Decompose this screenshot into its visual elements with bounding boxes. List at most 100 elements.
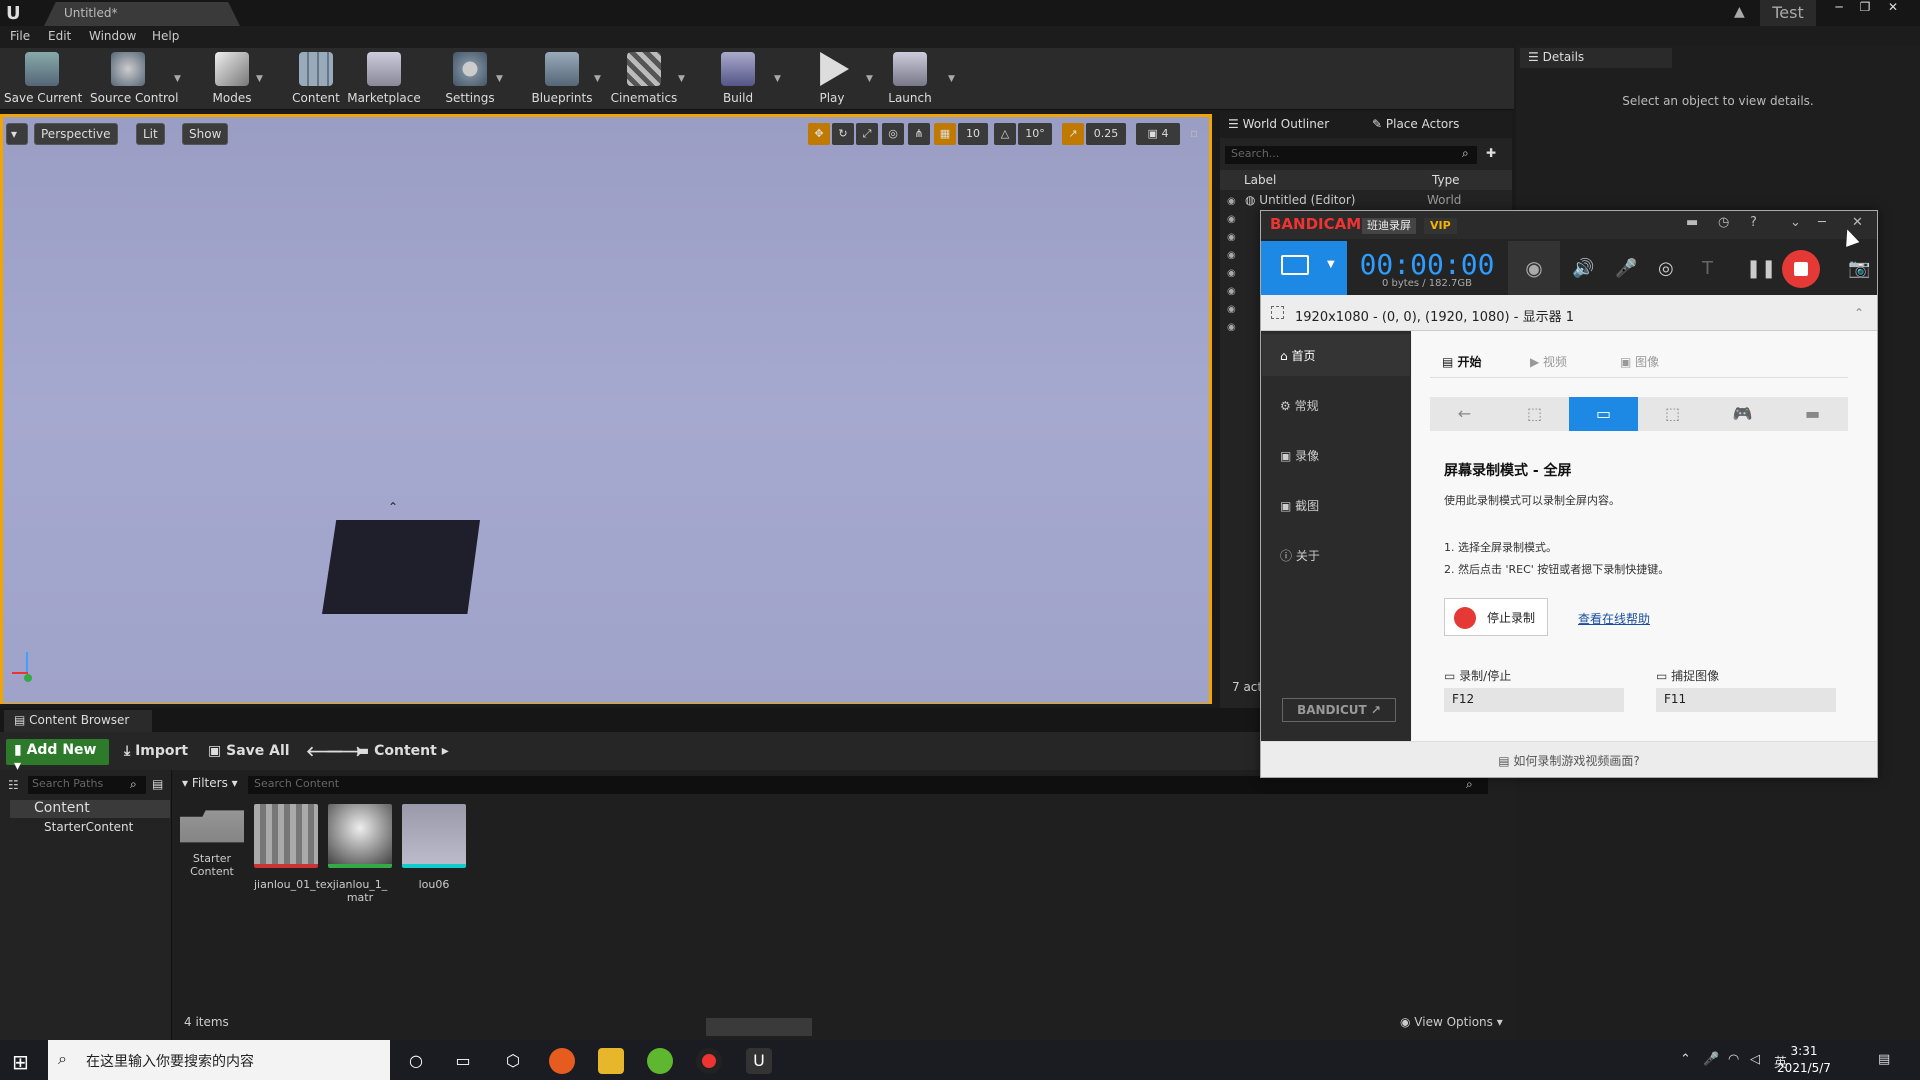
path-content[interactable]: ▬ Content ▸: [356, 743, 449, 759]
camera-speed-value[interactable]: ▣ 4: [1136, 123, 1180, 145]
tab-world-outliner[interactable]: ☰ World Outliner: [1228, 117, 1329, 131]
collapse-chevron-icon[interactable]: ⌃: [1854, 306, 1864, 320]
tray-expand-icon[interactable]: ⌃: [1680, 1052, 1691, 1067]
sidebar-item-home[interactable]: ⌂ 首页: [1280, 347, 1315, 364]
back-arrow-icon[interactable]: ←: [1430, 397, 1499, 431]
save-current-button[interactable]: Save Current: [4, 52, 82, 108]
import-button[interactable]: ⤓ Import: [124, 743, 188, 759]
task-view-icon[interactable]: ▭: [450, 1048, 476, 1074]
cortana-icon[interactable]: ○: [403, 1048, 429, 1074]
content-button[interactable]: Content: [278, 52, 354, 108]
launch-button[interactable]: Launch: [872, 52, 948, 108]
taskbar-clock[interactable]: 3:31 2021/5/7: [1768, 1043, 1840, 1077]
mouse-cursor-effect-icon[interactable]: ◎: [1658, 258, 1674, 279]
translate-tool-icon[interactable]: ✥: [808, 123, 830, 145]
minimize-icon[interactable]: ─: [1818, 215, 1826, 230]
asset-tile[interactable]: lou06: [402, 804, 466, 891]
scale-tool-icon[interactable]: ⤢: [856, 123, 878, 145]
asset-tile[interactable]: jianlou_01_tex: [254, 804, 333, 891]
capture-area-info[interactable]: 1920x1080 - (0, 0), (1920, 1080) - 显示器 1: [1261, 295, 1877, 331]
menu-window[interactable]: Window: [89, 29, 136, 43]
add-new-button[interactable]: ▮ Add New ▾: [6, 739, 109, 774]
asset-tile[interactable]: jianlou_1_ matr: [328, 804, 392, 904]
outliner-search-input[interactable]: Search...: [1225, 146, 1477, 164]
scale-snap-icon[interactable]: ↗: [1062, 123, 1084, 145]
fullscreen-mode-icon[interactable]: ▭: [1569, 397, 1638, 431]
visibility-eye-icon[interactable]: ◉: [1227, 232, 1239, 243]
screen-mode-button[interactable]: ▼: [1261, 241, 1347, 295]
search-paths-input[interactable]: Search Paths: [28, 776, 146, 794]
view-options-button[interactable]: ◉ View Options ▾: [1400, 1015, 1503, 1029]
source-control-button[interactable]: Source Control: [90, 52, 178, 108]
collapse-icon[interactable]: ⌄: [1790, 215, 1801, 230]
mode-dropdown-icon[interactable]: ▼: [1327, 259, 1335, 270]
show-button[interactable]: Show: [182, 123, 229, 145]
browser-icon[interactable]: [647, 1048, 673, 1074]
device-mode-icon[interactable]: ▬: [1778, 397, 1847, 431]
around-mouse-mode-icon[interactable]: ⬚: [1638, 397, 1707, 431]
speaker-icon[interactable]: 🔊: [1572, 258, 1594, 279]
rectangle-mode-icon[interactable]: ⬚: [1500, 397, 1569, 431]
add-actor-icon[interactable]: ✚: [1486, 146, 1496, 160]
plane-mesh[interactable]: [322, 520, 480, 614]
menu-file[interactable]: File: [10, 29, 30, 43]
visibility-eye-icon[interactable]: ◉: [1227, 196, 1239, 207]
grid-snap-value[interactable]: 10: [958, 123, 988, 145]
visibility-eye-icon[interactable]: ◉: [1227, 214, 1239, 225]
toggle-sources-icon[interactable]: ☷: [8, 778, 19, 792]
asset-tile[interactable]: Starter Content: [180, 804, 244, 878]
network-icon[interactable]: ◠: [1728, 1052, 1739, 1067]
search-content-input[interactable]: Search Content: [248, 776, 1488, 794]
light-actor-icon[interactable]: ⌃: [388, 500, 398, 514]
app-icon[interactable]: ⬡: [500, 1048, 526, 1074]
grid-snap-icon[interactable]: ▦: [934, 123, 956, 145]
tab-image[interactable]: ▣ 图像: [1620, 353, 1659, 370]
firefox-icon[interactable]: [549, 1048, 575, 1074]
bandicam-taskbar-icon[interactable]: [696, 1048, 722, 1074]
sidebar-item-about[interactable]: ⓘ 关于: [1280, 547, 1320, 564]
sidebar-item-screenshot[interactable]: ▣ 截图: [1280, 497, 1319, 514]
game-recording-help-link[interactable]: ▤ 如何录制游戏视频画面?: [1261, 741, 1877, 777]
tree-item-startercontent[interactable]: StarterContent: [20, 820, 133, 834]
notification-icon[interactable]: ▤: [1878, 1052, 1890, 1067]
camera-icon[interactable]: 📷: [1848, 258, 1870, 279]
world-space-icon[interactable]: ◎: [882, 123, 904, 145]
stop-record-button[interactable]: [1782, 250, 1820, 288]
build-button[interactable]: Build: [700, 52, 776, 108]
perspective-button[interactable]: Perspective: [34, 123, 118, 145]
vip-badge[interactable]: VIP: [1424, 218, 1457, 234]
unreal-taskbar-icon[interactable]: U: [746, 1048, 772, 1074]
game-mode-icon[interactable]: 🎮: [1708, 397, 1777, 431]
tab-video[interactable]: ▶ 视频: [1530, 353, 1567, 370]
maximize-button[interactable]: ❐: [1852, 0, 1878, 16]
tab-details[interactable]: ☰ Details: [1520, 48, 1672, 68]
text-overlay-icon[interactable]: T: [1702, 258, 1713, 279]
build-dropdown-icon[interactable]: ▼: [774, 74, 781, 84]
menu-edit[interactable]: Edit: [48, 29, 71, 43]
online-help-link[interactable]: 查看在线帮助: [1578, 610, 1650, 627]
settings-dropdown-icon[interactable]: ▼: [496, 74, 503, 84]
save-all-button[interactable]: ▣ Save All: [208, 743, 290, 759]
webcam-icon[interactable]: ◉: [1508, 241, 1560, 295]
rotation-snap-value[interactable]: 10°: [1018, 123, 1052, 145]
maximize-viewport-icon[interactable]: ▫: [1190, 126, 1198, 140]
blueprints-dropdown-icon[interactable]: ▼: [594, 74, 601, 84]
menu-help[interactable]: Help: [152, 29, 179, 43]
sidebar-item-general[interactable]: ⚙ 常规: [1280, 397, 1319, 414]
surface-snap-icon[interactable]: ⋔: [908, 123, 930, 145]
launch-dropdown-icon[interactable]: ▼: [948, 74, 955, 84]
minimize-button[interactable]: ─: [1826, 0, 1852, 16]
file-explorer-icon[interactable]: [598, 1048, 624, 1074]
tab-content-browser[interactable]: ▤ Content Browser: [4, 710, 152, 732]
taskbar-search-input[interactable]: 在这里输入你要搜索的内容: [48, 1040, 390, 1080]
column-type[interactable]: Type: [1432, 173, 1460, 187]
visibility-eye-icon[interactable]: ◉: [1227, 304, 1239, 315]
source-control-dropdown-icon[interactable]: ▼: [174, 74, 181, 84]
lit-button[interactable]: Lit: [136, 123, 165, 145]
blueprints-button[interactable]: Blueprints: [524, 52, 600, 108]
learn-icon[interactable]: ▲: [1734, 4, 1745, 20]
folder-icon[interactable]: ▬: [1686, 215, 1698, 230]
windows-start-icon[interactable]: ⊞: [12, 1050, 29, 1074]
marketplace-button[interactable]: Marketplace: [346, 52, 422, 108]
scale-snap-value[interactable]: 0.25: [1086, 123, 1126, 145]
